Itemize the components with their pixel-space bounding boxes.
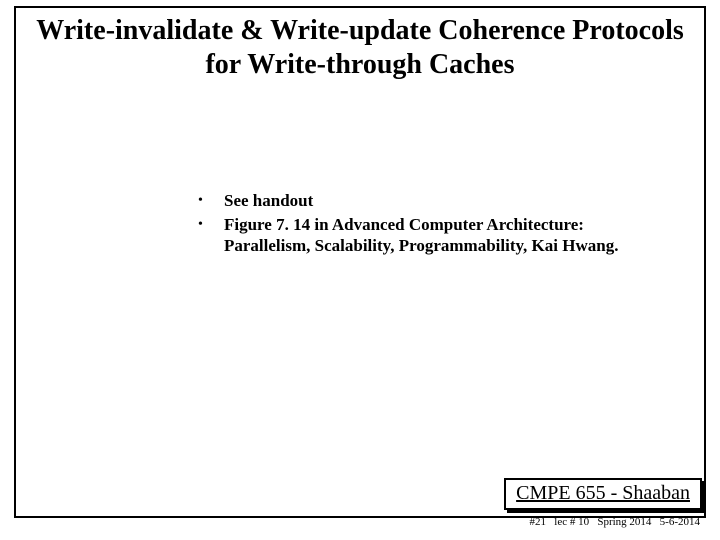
list-item: • See handout: [196, 190, 626, 212]
bullet-list: • See handout • Figure 7. 14 in Advanced…: [196, 190, 626, 258]
bullet-icon: •: [196, 214, 224, 236]
bullet-text: Figure 7. 14 in Advanced Computer Archit…: [224, 214, 626, 256]
bullet-text: See handout: [224, 190, 313, 211]
bullet-icon: •: [196, 190, 224, 212]
slide-frame: [14, 6, 706, 518]
footer-course-box: CMPE 655 - Shaaban: [504, 478, 702, 510]
footer-meta: #21 lec # 10 Spring 2014 5-6-2014: [530, 516, 700, 528]
list-item: • Figure 7. 14 in Advanced Computer Arch…: [196, 214, 626, 256]
slide: Write-invalidate & Write-update Coherenc…: [0, 0, 720, 540]
slide-title: Write-invalidate & Write-update Coherenc…: [30, 14, 690, 81]
